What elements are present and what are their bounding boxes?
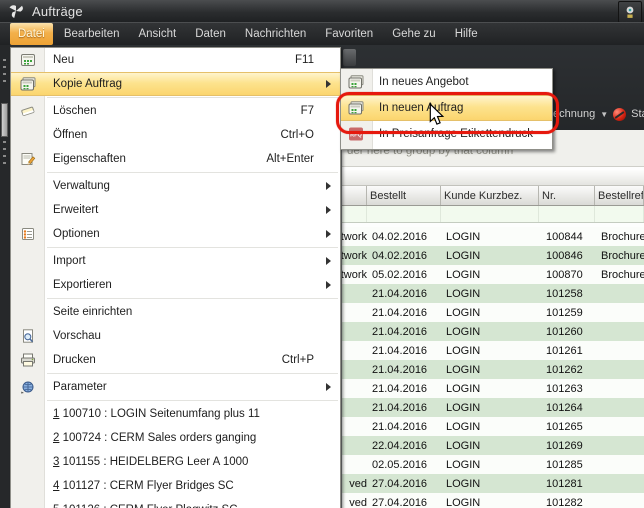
menubar-item[interactable]: Nachrichten xyxy=(237,23,314,45)
menu-item[interactable]: 1 100710 : LOGIN Seitenumfang plus 11 xyxy=(11,402,340,426)
rfq-badge-icon: RFQ xyxy=(347,126,365,142)
icon-slot xyxy=(19,304,37,320)
menu-item[interactable]: Import xyxy=(11,249,340,273)
menu-item[interactable]: Öffnen Ctrl+O xyxy=(11,123,340,147)
file-menu: Neu F11 Kopie Auftrag Löschen F7 Öffnen … xyxy=(10,47,341,508)
column-header-bestellref[interactable]: Bestellref xyxy=(595,186,644,205)
icon-slot xyxy=(19,202,37,218)
menu-item[interactable]: Kopie Auftrag xyxy=(11,72,340,96)
menubar-item[interactable]: Bearbeiten xyxy=(56,23,128,45)
menubar-item[interactable]: Daten xyxy=(187,23,234,45)
properties-icon xyxy=(19,151,37,167)
svg-text:RFQ: RFQ xyxy=(350,133,362,139)
menu-item[interactable]: Seite einrichten xyxy=(11,300,340,324)
eraser-icon xyxy=(19,103,37,119)
menu-item[interactable]: Exportieren xyxy=(11,273,340,297)
column-header-bestellt[interactable]: Bestellt xyxy=(367,186,441,205)
menubar-item[interactable]: Hilfe xyxy=(447,23,486,45)
table-row[interactable]: twork 04.02.2016 LOGIN 100844 Brochure xyxy=(342,227,644,246)
printer-icon xyxy=(19,352,37,368)
icon-slot xyxy=(19,178,37,194)
toolbar-fragment: echnung ▼ Sta xyxy=(553,104,644,124)
title-bar: Aufträge xyxy=(0,0,644,23)
table-row[interactable]: ved 27.04.2016 LOGIN 101281 xyxy=(342,474,644,493)
table-row[interactable]: 21.04.2016 LOGIN 101258 xyxy=(342,284,644,303)
menu-item[interactable]: Erweitert xyxy=(11,198,340,222)
menu-item[interactable]: Vorschau xyxy=(11,324,340,348)
menu-item[interactable]: 2 100724 : CERM Sales orders ganging xyxy=(11,426,340,450)
table-row[interactable]: 21.04.2016 LOGIN 101265 xyxy=(342,417,644,436)
icon-slot xyxy=(19,127,37,143)
menu-item[interactable]: Eigenschaften Alt+Enter xyxy=(11,147,340,171)
table-row[interactable]: 21.04.2016 LOGIN 101261 xyxy=(342,341,644,360)
menubar-item[interactable]: Gehe zu xyxy=(384,23,443,45)
menu-item[interactable]: Verwaltung xyxy=(11,174,340,198)
table-row[interactable]: ved 27.04.2016 LOGIN 101282 xyxy=(342,493,644,508)
table-row[interactable]: 21.04.2016 LOGIN 101262 xyxy=(342,360,644,379)
menu-bar: DateiBearbeitenAnsichtDatenNachrichtenFa… xyxy=(0,22,644,45)
cancel-status-icon[interactable] xyxy=(613,108,626,121)
submenu-item[interactable]: RFQ In Preisanfrage Etikettendruck xyxy=(341,121,552,147)
toolbar-button-partial-icon[interactable] xyxy=(343,49,356,66)
grid-rows: twork 04.02.2016 LOGIN 100844 Brochure t… xyxy=(342,227,644,508)
column-header-status[interactable] xyxy=(342,186,367,205)
scrollbar-thumb[interactable] xyxy=(1,103,8,137)
form-new-icon xyxy=(19,52,37,68)
form-copy-icon xyxy=(347,100,365,116)
menu-item[interactable]: Neu F11 xyxy=(11,48,340,72)
menu-item[interactable]: Löschen F7 xyxy=(11,99,340,123)
menu-item[interactable]: Optionen xyxy=(11,222,340,246)
grid-filter-row[interactable] xyxy=(342,206,644,223)
column-header-kunde[interactable]: Kunde Kurzbez. xyxy=(441,186,539,205)
form-copy-icon xyxy=(19,76,37,92)
rechnung-button[interactable]: echnung xyxy=(553,108,595,120)
icon-slot xyxy=(19,454,37,470)
app-icon xyxy=(7,3,25,19)
grid-band-row xyxy=(342,170,644,186)
submenu-item[interactable]: In neuen Auftrag xyxy=(341,95,552,121)
orders-grid: der here to group by that column Bestell… xyxy=(341,130,644,508)
column-header-nr[interactable]: Nr. xyxy=(539,186,595,205)
table-row[interactable]: twork 05.02.2016 LOGIN 100870 Brochure xyxy=(342,265,644,284)
status-label-partial: Sta xyxy=(631,108,644,120)
splitter-grip[interactable] xyxy=(3,141,6,169)
icon-slot xyxy=(19,406,37,422)
icon-slot xyxy=(19,253,37,269)
menu-item[interactable]: 3 101155 : HEIDELBERG Leer A 1000 xyxy=(11,450,340,474)
menu-item[interactable]: Parameter xyxy=(11,375,340,399)
left-dock-strip xyxy=(0,45,10,508)
table-row[interactable]: 02.05.2016 LOGIN 101285 xyxy=(342,455,644,474)
icon-slot xyxy=(19,277,37,293)
titlebar-gadget-button[interactable] xyxy=(618,1,642,23)
application-window: Aufträge DateiBearbeitenAnsichtDatenNach… xyxy=(0,0,644,508)
icon-slot xyxy=(19,502,37,508)
options-icon xyxy=(19,226,37,242)
kopie-auftrag-submenu: In neues Angebot In neuen Auftrag RFQ In… xyxy=(340,68,553,150)
menu-item[interactable]: 4 101127 : CERM Flyer Bridges SC xyxy=(11,474,340,498)
table-row[interactable]: twork 04.02.2016 LOGIN 100846 Brochure xyxy=(342,246,644,265)
table-row[interactable]: 21.04.2016 LOGIN 101264 xyxy=(342,398,644,417)
table-row[interactable]: 21.04.2016 LOGIN 101263 xyxy=(342,379,644,398)
menu-item[interactable]: Drucken Ctrl+P xyxy=(11,348,340,372)
table-row[interactable]: 22.04.2016 LOGIN 101269 xyxy=(342,436,644,455)
window-title: Aufträge xyxy=(32,4,83,19)
globe-icon xyxy=(19,379,37,395)
menu-item[interactable]: 5 101126 : CERM Flyer Plagwitz SC xyxy=(11,498,340,508)
chevron-down-icon[interactable]: ▼ xyxy=(600,110,608,119)
menubar-item[interactable]: Ansicht xyxy=(130,23,184,45)
grid-header-row: Bestellt Kunde Kurzbez. Nr. Bestellref xyxy=(342,186,644,206)
icon-slot xyxy=(19,430,37,446)
icon-slot xyxy=(19,478,37,494)
table-row[interactable]: 21.04.2016 LOGIN 101260 xyxy=(342,322,644,341)
menubar-item[interactable]: Favoriten xyxy=(317,23,381,45)
table-row[interactable]: 21.04.2016 LOGIN 101259 xyxy=(342,303,644,322)
menubar-item[interactable]: Datei xyxy=(10,23,53,45)
form-copy-icon xyxy=(347,74,365,90)
preview-icon xyxy=(19,328,37,344)
submenu-item[interactable]: In neues Angebot xyxy=(341,69,552,95)
splitter-grip[interactable] xyxy=(3,59,6,87)
